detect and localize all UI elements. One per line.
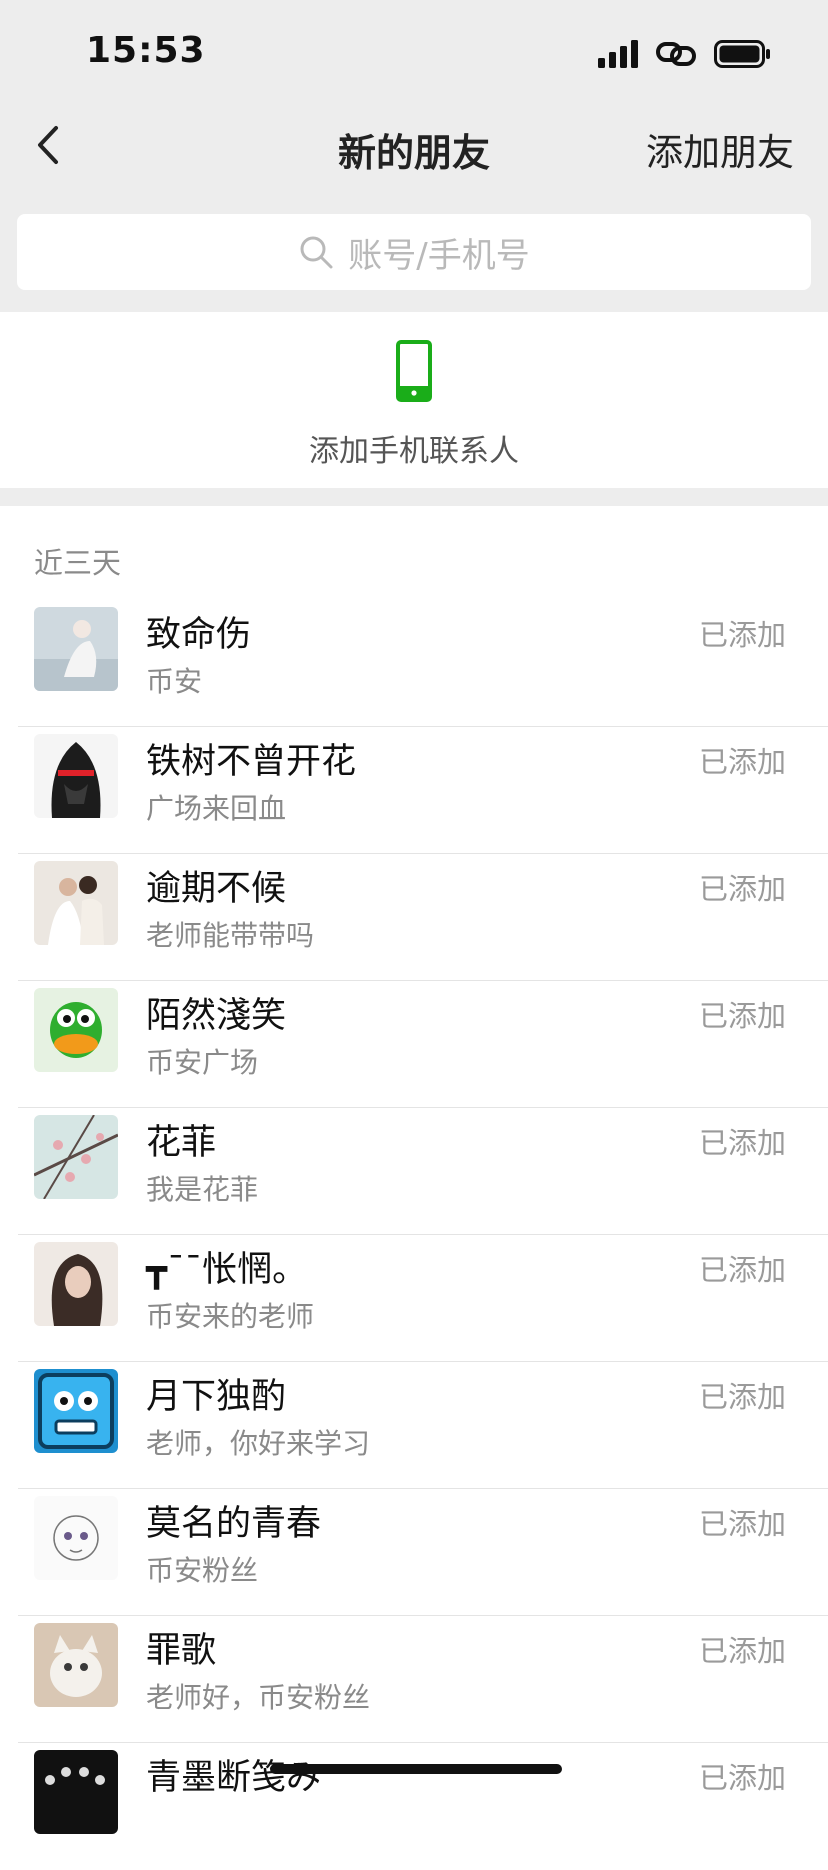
friend-name: 致命伤 [146, 615, 252, 655]
header-area: 15:53 新的朋友 添加朋友 账号/手机号 [0, 0, 828, 312]
friend-status: 已添加 [698, 1761, 786, 1795]
friend-message: 币安广场 [146, 1046, 259, 1079]
friend-status: 已添加 [698, 1507, 786, 1541]
friend-list: 致命伤 币安 已添加 铁树不曾开花 广场来回血 已添加 逾期不候 老师能带带吗 … [0, 600, 828, 1870]
friend-name: 罪歌 [146, 1631, 217, 1671]
add-friend-button[interactable]: 添加朋友 [646, 122, 794, 176]
friend-message: 老师好，币安粉丝 [146, 1681, 371, 1714]
friend-status: 已添加 [698, 999, 786, 1033]
avatar [34, 1369, 118, 1453]
avatar [34, 1115, 118, 1199]
friend-message: 老师能带带吗 [146, 919, 315, 952]
friend-status: 已添加 [698, 1380, 786, 1414]
friend-message: 币安粉丝 [146, 1554, 259, 1587]
friend-name: ┳ˉ¯怅惘。 [146, 1250, 308, 1290]
friend-status: 已添加 [698, 618, 786, 652]
search-placeholder: 账号/手机号 [348, 235, 530, 276]
friend-status: 已添加 [698, 1253, 786, 1287]
friend-row[interactable]: 铁树不曾开花 广场来回血 已添加 [0, 727, 828, 854]
friend-message: 广场来回血 [146, 792, 287, 825]
home-indicator[interactable] [270, 1764, 562, 1774]
friend-row[interactable]: 月下独酌 老师，你好来学习 已添加 [0, 1362, 828, 1489]
status-icons [598, 38, 772, 70]
status-time: 15:53 [86, 30, 206, 71]
friend-message: 币安 [146, 665, 203, 698]
friend-name: 青墨断笺み [146, 1758, 322, 1798]
avatar [34, 988, 118, 1072]
friend-row[interactable]: 花菲 我是花菲 已添加 [0, 1108, 828, 1235]
add-phone-contacts-label: 添加手机联系人 [309, 434, 519, 469]
hotspot-link-icon [656, 42, 696, 66]
search-input[interactable]: 账号/手机号 [17, 214, 811, 290]
avatar [34, 1623, 118, 1707]
friend-row[interactable]: 陌然淺笑 币安广场 已添加 [0, 981, 828, 1108]
friend-status: 已添加 [698, 872, 786, 906]
friend-name: 月下独酌 [146, 1377, 287, 1417]
mobile-phone-icon [396, 340, 432, 402]
signal-icon [598, 40, 638, 68]
battery-icon [714, 40, 770, 68]
friend-row[interactable]: 青墨断笺み 已添加 [0, 1743, 828, 1870]
avatar [34, 861, 118, 945]
friend-name: 莫名的青春 [146, 1504, 322, 1544]
friend-name: 花菲 [146, 1123, 217, 1163]
avatar [34, 1496, 118, 1580]
avatar [34, 1242, 118, 1326]
friend-row[interactable]: 逾期不候 老师能带带吗 已添加 [0, 854, 828, 981]
friend-message: 老师，你好来学习 [146, 1427, 371, 1460]
friend-row[interactable]: 罪歌 老师好，币安粉丝 已添加 [0, 1616, 828, 1743]
friend-message: 币安来的老师 [146, 1300, 315, 1333]
friend-status: 已添加 [698, 1634, 786, 1668]
avatar [34, 734, 118, 818]
section-title-recent: 近三天 [34, 546, 122, 580]
friend-row[interactable]: 致命伤 币安 已添加 [0, 600, 828, 727]
avatar [34, 607, 118, 691]
friend-row[interactable]: 莫名的青春 币安粉丝 已添加 [0, 1489, 828, 1616]
friend-name: 铁树不曾开花 [146, 742, 357, 782]
search-icon [300, 236, 333, 269]
friend-status: 已添加 [698, 745, 786, 779]
section-divider [0, 488, 828, 506]
avatar [34, 1750, 118, 1834]
friend-name: 陌然淺笑 [146, 996, 287, 1036]
friend-message: 我是花菲 [146, 1173, 259, 1206]
add-phone-contacts[interactable]: 添加手机联系人 [0, 312, 828, 488]
friend-name: 逾期不候 [146, 869, 287, 909]
friend-row[interactable]: ┳ˉ¯怅惘。 币安来的老师 已添加 [0, 1235, 828, 1362]
friend-status: 已添加 [698, 1126, 786, 1160]
